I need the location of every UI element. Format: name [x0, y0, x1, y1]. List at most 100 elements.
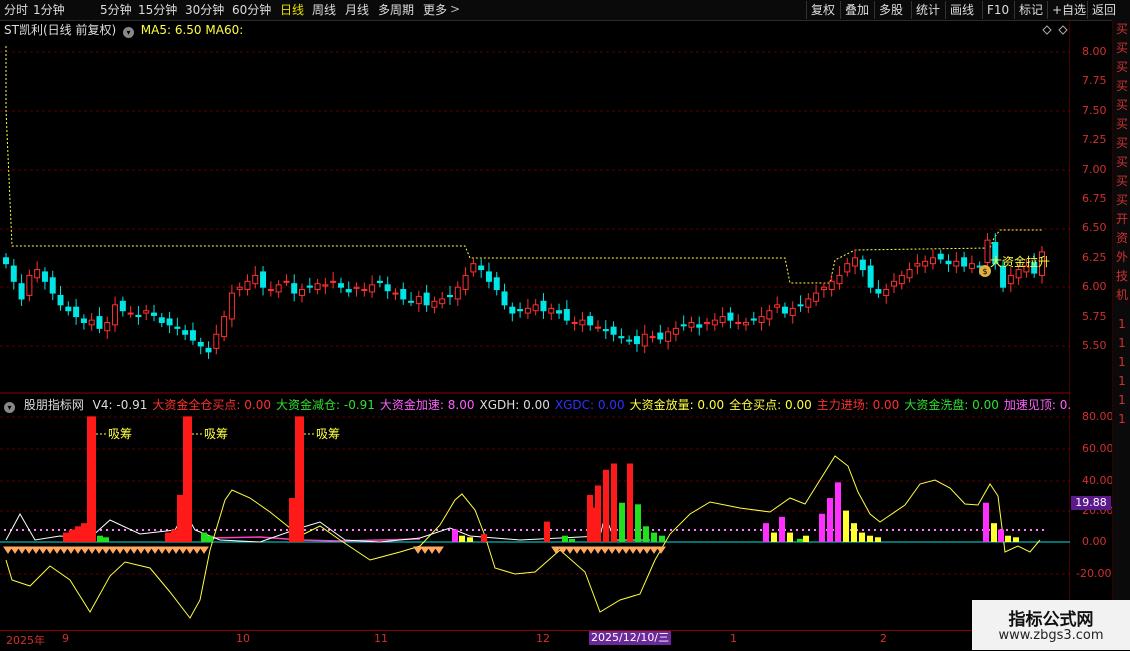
tab-30min[interactable]: 30分钟 — [185, 2, 224, 18]
indicator-tick: 80.00 — [1082, 410, 1114, 423]
candle-body — [96, 316, 103, 329]
indicator-layer: 吸筹 吸筹 吸筹 — [3, 416, 1044, 619]
candle-body — [758, 316, 765, 323]
date-axis: 2025年 9 10 11 12 1 2 — [0, 630, 1130, 651]
watermark-url: www.zbgs3.com — [998, 628, 1104, 643]
tab-more[interactable]: 更多 — [423, 2, 447, 18]
candle-body — [462, 274, 469, 291]
price-tick: 6.50 — [1082, 221, 1107, 235]
yellow-bar — [771, 532, 777, 542]
side-char: 资 — [1115, 231, 1128, 245]
orange-triangle-icon — [136, 546, 146, 554]
candle-body — [423, 292, 430, 306]
date-label: 11 — [374, 632, 388, 645]
tab-5min[interactable]: 5分钟 — [100, 2, 132, 18]
green-bar — [619, 502, 625, 542]
candle-body — [1000, 265, 1007, 288]
yellow-bar — [787, 532, 793, 542]
green-bar — [797, 538, 803, 542]
f10-button[interactable]: F10 — [982, 1, 1013, 19]
red-bar — [595, 485, 601, 542]
candle-body — [680, 324, 687, 327]
candle-body — [166, 318, 173, 326]
indicator-item-7: 全仓买点: 0.00 — [729, 398, 812, 412]
chevron-down-icon[interactable]: ▾ — [4, 402, 15, 413]
candle-body — [314, 283, 321, 291]
tab-fenshi[interactable]: 分时 — [4, 2, 28, 18]
multi-stock-button[interactable]: 多股 — [874, 1, 907, 19]
fuquan-button[interactable]: 复权 — [806, 1, 839, 19]
add-watchlist-button[interactable]: +自选 — [1047, 1, 1090, 19]
candle-body — [657, 332, 664, 340]
candle-body — [213, 333, 220, 349]
price-tick: 7.00 — [1082, 162, 1107, 176]
xichou-label: 吸筹 — [108, 427, 132, 441]
orange-triangle-icon — [656, 546, 666, 554]
orange-triangle-icon — [199, 546, 209, 554]
candle-body — [766, 310, 773, 320]
indicator-title: ▾ 股朋指标网 V4: -0.91 大资金全仓买点: 0.00 大资金减仓: -0.… — [4, 397, 1070, 413]
candle-body — [369, 284, 376, 293]
orange-triangle-icon — [59, 546, 69, 554]
green-bar — [103, 537, 109, 542]
candle-body — [361, 289, 368, 292]
candle-body — [914, 263, 921, 267]
candle-body — [891, 280, 897, 287]
orange-triangle-icon — [10, 546, 20, 554]
side-char: 买 — [1115, 136, 1128, 150]
date-label: 9 — [62, 632, 69, 645]
tab-60min[interactable]: 60分钟 — [232, 2, 271, 18]
candle-body — [774, 304, 781, 308]
orange-triangle-icon — [143, 546, 153, 554]
candle-body — [641, 333, 648, 347]
tab-monthly[interactable]: 月线 — [345, 2, 369, 18]
candle-body — [158, 317, 165, 323]
candle-body — [41, 271, 48, 282]
candle-body — [80, 318, 87, 323]
candle-body — [945, 260, 952, 265]
candle-body — [540, 300, 547, 312]
orange-triangle-icon — [185, 546, 195, 554]
candle-body — [789, 307, 796, 316]
candle-body — [532, 304, 539, 312]
settings-diamond-icons[interactable] — [1042, 25, 1068, 35]
back-button[interactable]: 返回 — [1087, 1, 1120, 19]
yellow-bar — [803, 535, 809, 542]
candle-body — [906, 269, 913, 279]
mark-button[interactable]: 标记 — [1014, 1, 1047, 19]
candle-body — [813, 292, 820, 302]
chevron-right-icon[interactable]: > — [450, 2, 460, 16]
orange-triangle-icon — [52, 546, 62, 554]
magenta-bar — [819, 513, 825, 542]
orange-triangle-icon — [31, 546, 41, 554]
orange-triangle-icon — [115, 546, 125, 554]
tab-1min[interactable]: 1分钟 — [33, 2, 65, 18]
candle-body — [610, 326, 617, 335]
price-tick: 5.50 — [1082, 339, 1107, 352]
candle-body — [182, 330, 189, 335]
yellow-bar — [1005, 535, 1011, 542]
orange-triangle-icon — [551, 546, 561, 554]
tab-15min[interactable]: 15分钟 — [138, 2, 177, 18]
stats-button[interactable]: 统计 — [911, 1, 944, 19]
price-tick: 7.75 — [1082, 74, 1107, 88]
yellow-bar — [875, 537, 881, 542]
orange-triangle-icon — [420, 546, 430, 554]
candle-body — [727, 312, 734, 321]
orange-triangle-icon — [38, 546, 48, 554]
candle-body — [197, 341, 204, 347]
candle-body — [922, 260, 929, 267]
candle-body — [18, 283, 25, 300]
side-char: 1 — [1118, 355, 1126, 369]
candle-body — [735, 321, 742, 324]
orange-triangle-icon — [579, 546, 589, 554]
tab-weekly[interactable]: 周线 — [312, 2, 336, 18]
candle-body — [859, 259, 866, 271]
side-char: 买 — [1115, 117, 1128, 131]
overlay-button[interactable]: 叠加 — [840, 1, 873, 19]
draw-line-button[interactable]: 画线 — [945, 1, 978, 19]
tab-multi-period[interactable]: 多周期 — [378, 2, 414, 18]
tab-daily[interactable]: 日线 — [280, 2, 304, 18]
price-chart[interactable]: 吸筹 吸筹 吸筹 $ 大资金拉升 — [0, 20, 1070, 630]
side-char: 买 — [1115, 79, 1128, 93]
